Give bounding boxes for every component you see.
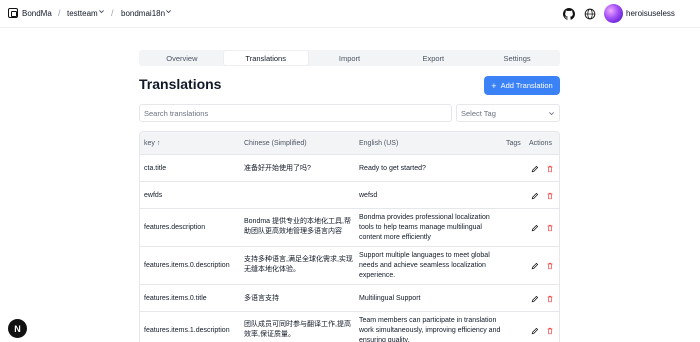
table-row: cta.title 准备好开始使用了吗? Ready to get starte…: [140, 155, 559, 182]
github-icon[interactable]: [563, 8, 576, 20]
table-row: features.items.0.description 支持多种语言,满足全球…: [140, 247, 559, 285]
cell-key: features.items.1.description: [144, 327, 230, 334]
plus-icon: +: [491, 80, 497, 91]
trash-icon[interactable]: [546, 295, 554, 303]
breadcrumb-separator: /: [111, 8, 114, 18]
table-row: features.description Bondma 提供专业的本地化工具,帮…: [140, 209, 559, 247]
cell-en: wefsd: [359, 192, 378, 199]
tab-settings[interactable]: Settings: [475, 51, 559, 65]
table-row: ewfds wefsd: [140, 182, 559, 209]
column-header-key[interactable]: key ↑: [144, 140, 160, 147]
avatar[interactable]: [604, 4, 623, 23]
cell-en: Support multiple languages to meet globa…: [359, 252, 490, 279]
table-row: features.items.0.title 多语言支持 Multilingua…: [140, 285, 559, 312]
translations-table: key ↑ Chinese (Simplified) English (US) …: [139, 131, 560, 342]
pencil-icon[interactable]: [531, 327, 539, 335]
chevron-down-icon: [549, 111, 554, 115]
pencil-icon[interactable]: [531, 295, 539, 303]
chevron-down-icon[interactable]: [165, 8, 172, 15]
table-header: key ↑ Chinese (Simplified) English (US) …: [140, 132, 559, 155]
tab-bar: Overview Translations Import Export Sett…: [139, 50, 560, 66]
cell-zh: Bondma 提供专业的本地化工具,帮助团队更高效地管理多语言内容: [244, 218, 351, 235]
column-header-zh: Chinese (Simplified): [244, 140, 307, 147]
logo-icon: [8, 8, 18, 18]
cell-zh: 团队成员可同时参与翻译工作,提高效率,保证质量。: [244, 321, 351, 338]
username[interactable]: heroisuseless: [626, 9, 675, 18]
tab-export[interactable]: Export: [391, 51, 475, 65]
breadcrumb-item-project[interactable]: bondmai18n: [121, 9, 165, 18]
cell-key: cta.title: [144, 165, 167, 172]
cell-key: features.description: [144, 224, 206, 231]
tab-translations[interactable]: Translations: [223, 51, 308, 65]
tag-select-value: Select Tag: [461, 108, 496, 118]
cell-en: Ready to get started?: [359, 165, 426, 172]
cell-key: features.items.0.description: [144, 262, 230, 269]
trash-icon[interactable]: [546, 192, 554, 200]
trash-icon[interactable]: [546, 262, 554, 270]
tab-overview[interactable]: Overview: [140, 51, 224, 65]
column-header-tags: Tags: [506, 140, 521, 147]
cell-key: features.items.0.title: [144, 295, 207, 302]
cell-zh: 多语言支持: [244, 295, 279, 302]
tag-select[interactable]: Select Tag: [456, 104, 560, 122]
pencil-icon[interactable]: [531, 192, 539, 200]
nextjs-dev-badge[interactable]: N: [8, 319, 27, 338]
column-header-en: English (US): [359, 140, 399, 147]
trash-icon[interactable]: [546, 165, 554, 173]
cell-zh: 支持多种语言,满足全球化需求,实现无缝本地化体验。: [244, 256, 353, 273]
tab-import[interactable]: Import: [308, 51, 392, 65]
breadcrumb-item-bondma[interactable]: BondMa: [22, 9, 52, 18]
cell-zh: 准备好开始使用了吗?: [244, 165, 311, 172]
cell-en: Bondma provides professional localizatio…: [359, 214, 490, 241]
table-row: features.items.1.description 团队成员可同时参与翻译…: [140, 312, 559, 342]
top-bar: BondMa / testteam / bondmai18n heroisuse…: [0, 0, 700, 28]
pencil-icon[interactable]: [531, 262, 539, 270]
cell-en: Team members can participate in translat…: [359, 317, 501, 342]
trash-icon[interactable]: [546, 224, 554, 232]
trash-icon[interactable]: [546, 327, 554, 335]
add-translation-label: Add Translation: [500, 81, 553, 90]
breadcrumb-separator: /: [58, 8, 61, 18]
breadcrumb-item-team[interactable]: testteam: [67, 9, 98, 18]
pencil-icon[interactable]: [531, 224, 539, 232]
pencil-icon[interactable]: [531, 165, 539, 173]
column-header-actions: Actions: [529, 140, 552, 147]
page-title: Translations: [139, 76, 222, 92]
add-translation-button[interactable]: + Add Translation: [484, 76, 560, 95]
cell-key: ewfds: [144, 192, 163, 199]
chevron-down-icon[interactable]: [98, 8, 105, 15]
globe-icon[interactable]: [584, 8, 596, 20]
cell-en: Multilingual Support: [359, 295, 421, 302]
search-input[interactable]: [139, 104, 452, 122]
